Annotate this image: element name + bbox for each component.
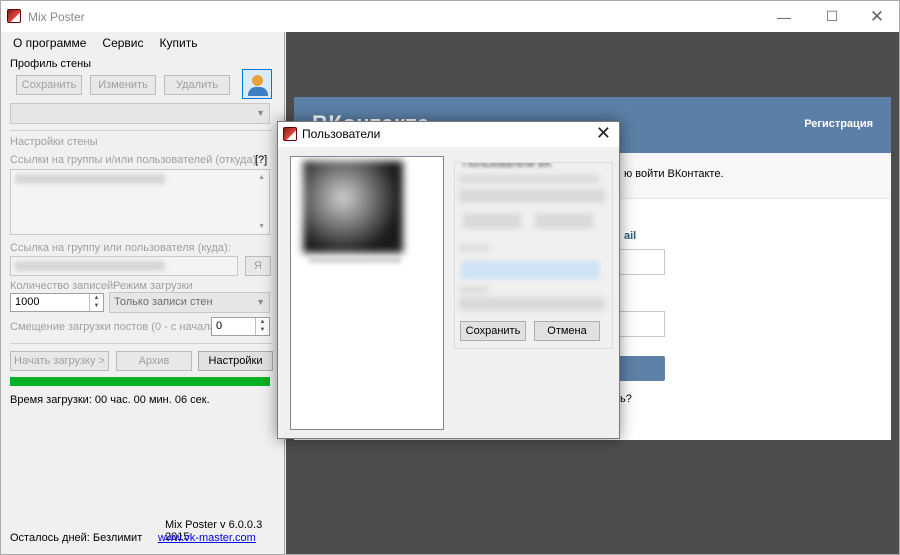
user-name	[309, 257, 401, 263]
chevron-down-icon: ▼	[256, 297, 265, 307]
help-link[interactable]: [?]	[255, 154, 267, 166]
dialog-title-bar: Пользователи ✕	[278, 122, 619, 147]
control-panel: О программе Сервис Купить Профиль стены …	[1, 32, 285, 554]
app-icon	[283, 127, 297, 141]
window-title: Mix Poster	[28, 10, 85, 24]
offset-label: Смещение загрузки постов (0 - с начала):	[10, 321, 223, 333]
chevron-down-icon: ▼	[256, 108, 265, 118]
wall-settings-label: Настройки стены	[10, 136, 98, 148]
vk-info-text: ю войти ВКонтакте.	[624, 168, 724, 180]
source-links-field[interactable]: ▲ ▼	[10, 169, 270, 235]
users-dialog: Пользователи ✕ Пользователи ВК Сохранить…	[277, 121, 620, 439]
login-field[interactable]	[461, 261, 599, 279]
app-icon	[7, 9, 21, 23]
menu-buy[interactable]: Купить	[152, 32, 206, 54]
menu-bar: О программе Сервис Купить	[1, 32, 285, 54]
vk-register-link[interactable]: Регистрация	[804, 118, 873, 130]
profile-group-label: Профиль стены	[10, 58, 92, 70]
site-link[interactable]: www.vk-master.com	[158, 532, 256, 544]
divider	[10, 343, 272, 344]
target-link-field[interactable]	[10, 256, 238, 276]
stepper-arrows-icon[interactable]: ▲ ▼	[255, 318, 269, 335]
profile-combo[interactable]: ▼	[10, 103, 270, 124]
main-window: Mix Poster — ☐ ✕ О программе Сервис Купи…	[0, 0, 900, 555]
dialog-title: Пользователи	[302, 127, 381, 141]
users-button[interactable]	[242, 69, 272, 99]
mode-label: Режим загрузки	[113, 280, 193, 292]
count-stepper[interactable]: 1000 ▲ ▼	[10, 293, 104, 312]
profile-edit-button[interactable]: Изменить	[90, 75, 156, 95]
dialog-close-button[interactable]: ✕	[596, 123, 611, 144]
title-bar: Mix Poster — ☐ ✕	[1, 1, 899, 32]
users-icon	[252, 75, 263, 86]
stepper-arrows-icon[interactable]: ▲ ▼	[89, 294, 103, 311]
vk-email-label: ail	[624, 230, 637, 242]
avatar[interactable]	[303, 161, 403, 253]
target-link-label: Ссылка на группу или пользователя (куда)…	[10, 242, 231, 254]
divider	[10, 130, 272, 131]
archive-button[interactable]: Архив	[116, 351, 192, 371]
mode-combo[interactable]: Только записи стен ▼	[109, 292, 270, 313]
days-left-text: Осталось дней: Безлимит	[10, 532, 143, 544]
maximize-button[interactable]: ☐	[809, 1, 855, 32]
settings-button[interactable]: Настройки	[198, 351, 273, 371]
close-button[interactable]: ✕	[854, 1, 900, 32]
self-target-button[interactable]: Я	[245, 256, 271, 276]
details-heading: Пользователи ВК	[463, 162, 552, 170]
load-time-text: Время загрузки: 00 час. 00 мин. 06 сек.	[10, 394, 210, 406]
password-field[interactable]	[459, 297, 605, 311]
dialog-cancel-button[interactable]: Отмена	[534, 321, 600, 341]
minimize-button[interactable]: —	[761, 1, 807, 32]
menu-service[interactable]: Сервис	[94, 32, 151, 54]
profile-delete-button[interactable]: Удалить	[164, 75, 230, 95]
scroll-up-icon[interactable]: ▲	[258, 174, 265, 181]
dialog-save-button[interactable]: Сохранить	[460, 321, 526, 341]
scroll-down-icon[interactable]: ▼	[258, 223, 265, 230]
offset-stepper[interactable]: 0 ▲ ▼	[211, 317, 270, 336]
source-links-label: Ссылки на группы и/или пользователей (от…	[10, 154, 260, 166]
user-list[interactable]	[290, 156, 444, 430]
vk-forgot-text[interactable]: ь?	[620, 393, 632, 405]
menu-about[interactable]: О программе	[1, 32, 94, 54]
progress-bar	[10, 377, 270, 386]
count-label: Количество записей:	[10, 280, 117, 292]
profile-save-button[interactable]: Сохранить	[16, 75, 82, 95]
start-load-button[interactable]: Начать загрузку >	[10, 351, 109, 371]
